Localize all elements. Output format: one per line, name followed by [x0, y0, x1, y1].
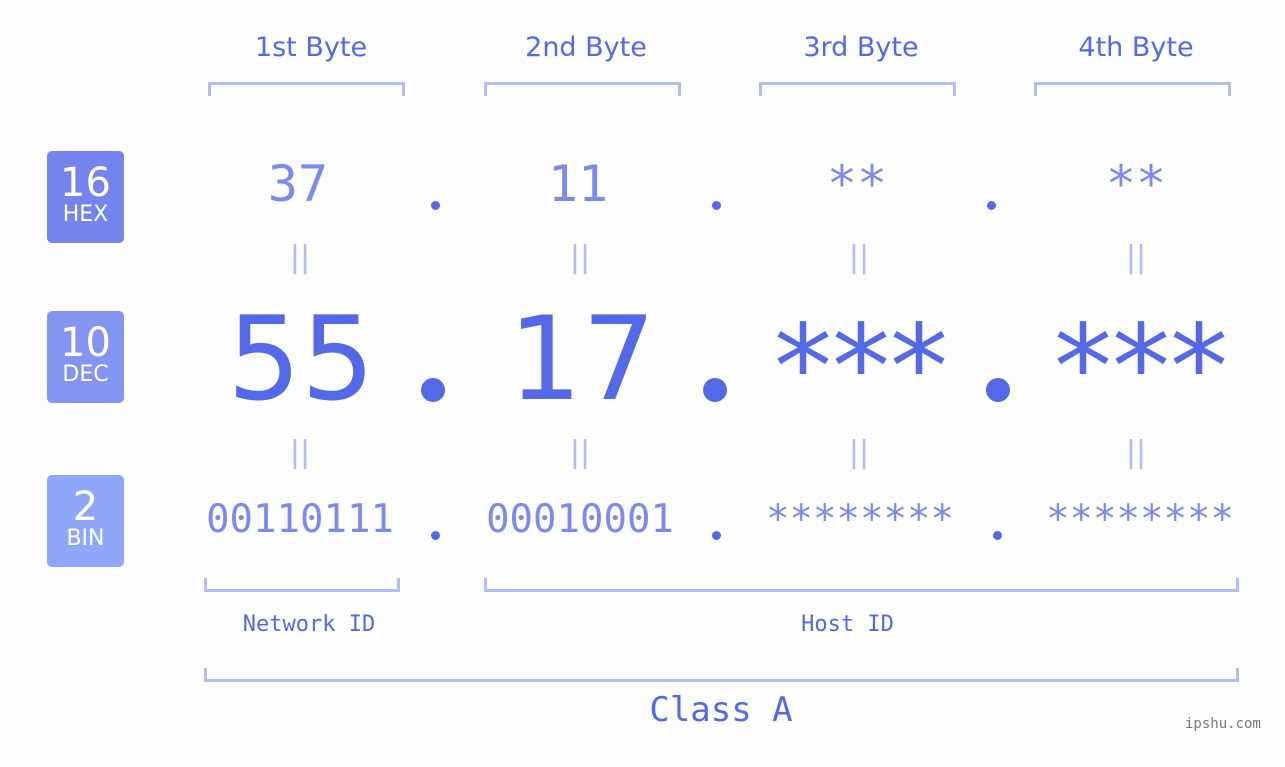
- byte-header-2: 2nd Byte: [525, 32, 647, 63]
- dec-separator-dot-1: [421, 378, 445, 402]
- network-id-bracket: [204, 578, 400, 592]
- dec-badge: 10 DEC: [47, 311, 124, 403]
- network-id-label: Network ID: [242, 612, 376, 637]
- bin-separator-dot-2: [712, 531, 721, 540]
- hex-badge-number: 16: [60, 160, 111, 206]
- dec-separator-dot-2: [703, 378, 727, 402]
- equals-icon: ||: [289, 435, 311, 470]
- dec-value-1: 55: [227, 292, 375, 427]
- equals-icon: ||: [569, 240, 591, 275]
- byte-header-4: 4th Byte: [1078, 32, 1194, 63]
- equals-icon: ||: [848, 240, 870, 275]
- bin-value-2: 00010001: [486, 497, 674, 542]
- dec-badge-number: 10: [60, 320, 111, 366]
- dec-value-4: ***: [1054, 300, 1228, 435]
- bin-separator-dot-1: [431, 531, 440, 540]
- bin-value-1: 00110111: [206, 497, 394, 542]
- byte-bracket-3: [759, 82, 956, 96]
- byte-bracket-4: [1034, 82, 1231, 96]
- equals-icon: ||: [848, 435, 870, 470]
- equals-icon: ||: [1125, 240, 1147, 275]
- hex-separator-dot-3: [987, 201, 996, 210]
- byte-header-3: 3rd Byte: [803, 32, 919, 63]
- hex-value-3: **: [826, 155, 888, 213]
- hex-badge-label: HEX: [62, 202, 109, 227]
- watermark: ipshu.com: [1185, 716, 1261, 732]
- class-bracket: [204, 668, 1239, 682]
- byte-bracket-1: [208, 82, 405, 96]
- host-id-label: Host ID: [801, 612, 894, 637]
- byte-header-1: 1st Byte: [254, 32, 368, 63]
- hex-value-2: 11: [547, 155, 609, 213]
- bin-badge: 2 BIN: [47, 475, 124, 567]
- class-label: Class A: [649, 690, 793, 730]
- host-id-bracket: [484, 578, 1239, 592]
- dec-value-2: 17: [508, 292, 656, 427]
- hex-badge: 16 HEX: [47, 151, 124, 243]
- hex-separator-dot-2: [712, 201, 721, 210]
- hex-value-4: **: [1105, 155, 1167, 213]
- dec-value-3: ***: [774, 300, 948, 435]
- bin-badge-label: BIN: [66, 526, 105, 551]
- bin-badge-number: 2: [72, 484, 99, 530]
- dec-badge-label: DEC: [62, 362, 109, 387]
- bin-separator-dot-3: [993, 531, 1002, 540]
- hex-value-1: 37: [267, 155, 329, 213]
- dec-separator-dot-3: [986, 378, 1010, 402]
- hex-separator-dot-1: [431, 201, 440, 210]
- equals-icon: ||: [289, 240, 311, 275]
- byte-bracket-2: [484, 82, 681, 96]
- bin-value-4: ********: [1046, 497, 1234, 542]
- equals-icon: ||: [1125, 435, 1147, 470]
- equals-icon: ||: [569, 435, 591, 470]
- bin-value-3: ********: [766, 497, 954, 542]
